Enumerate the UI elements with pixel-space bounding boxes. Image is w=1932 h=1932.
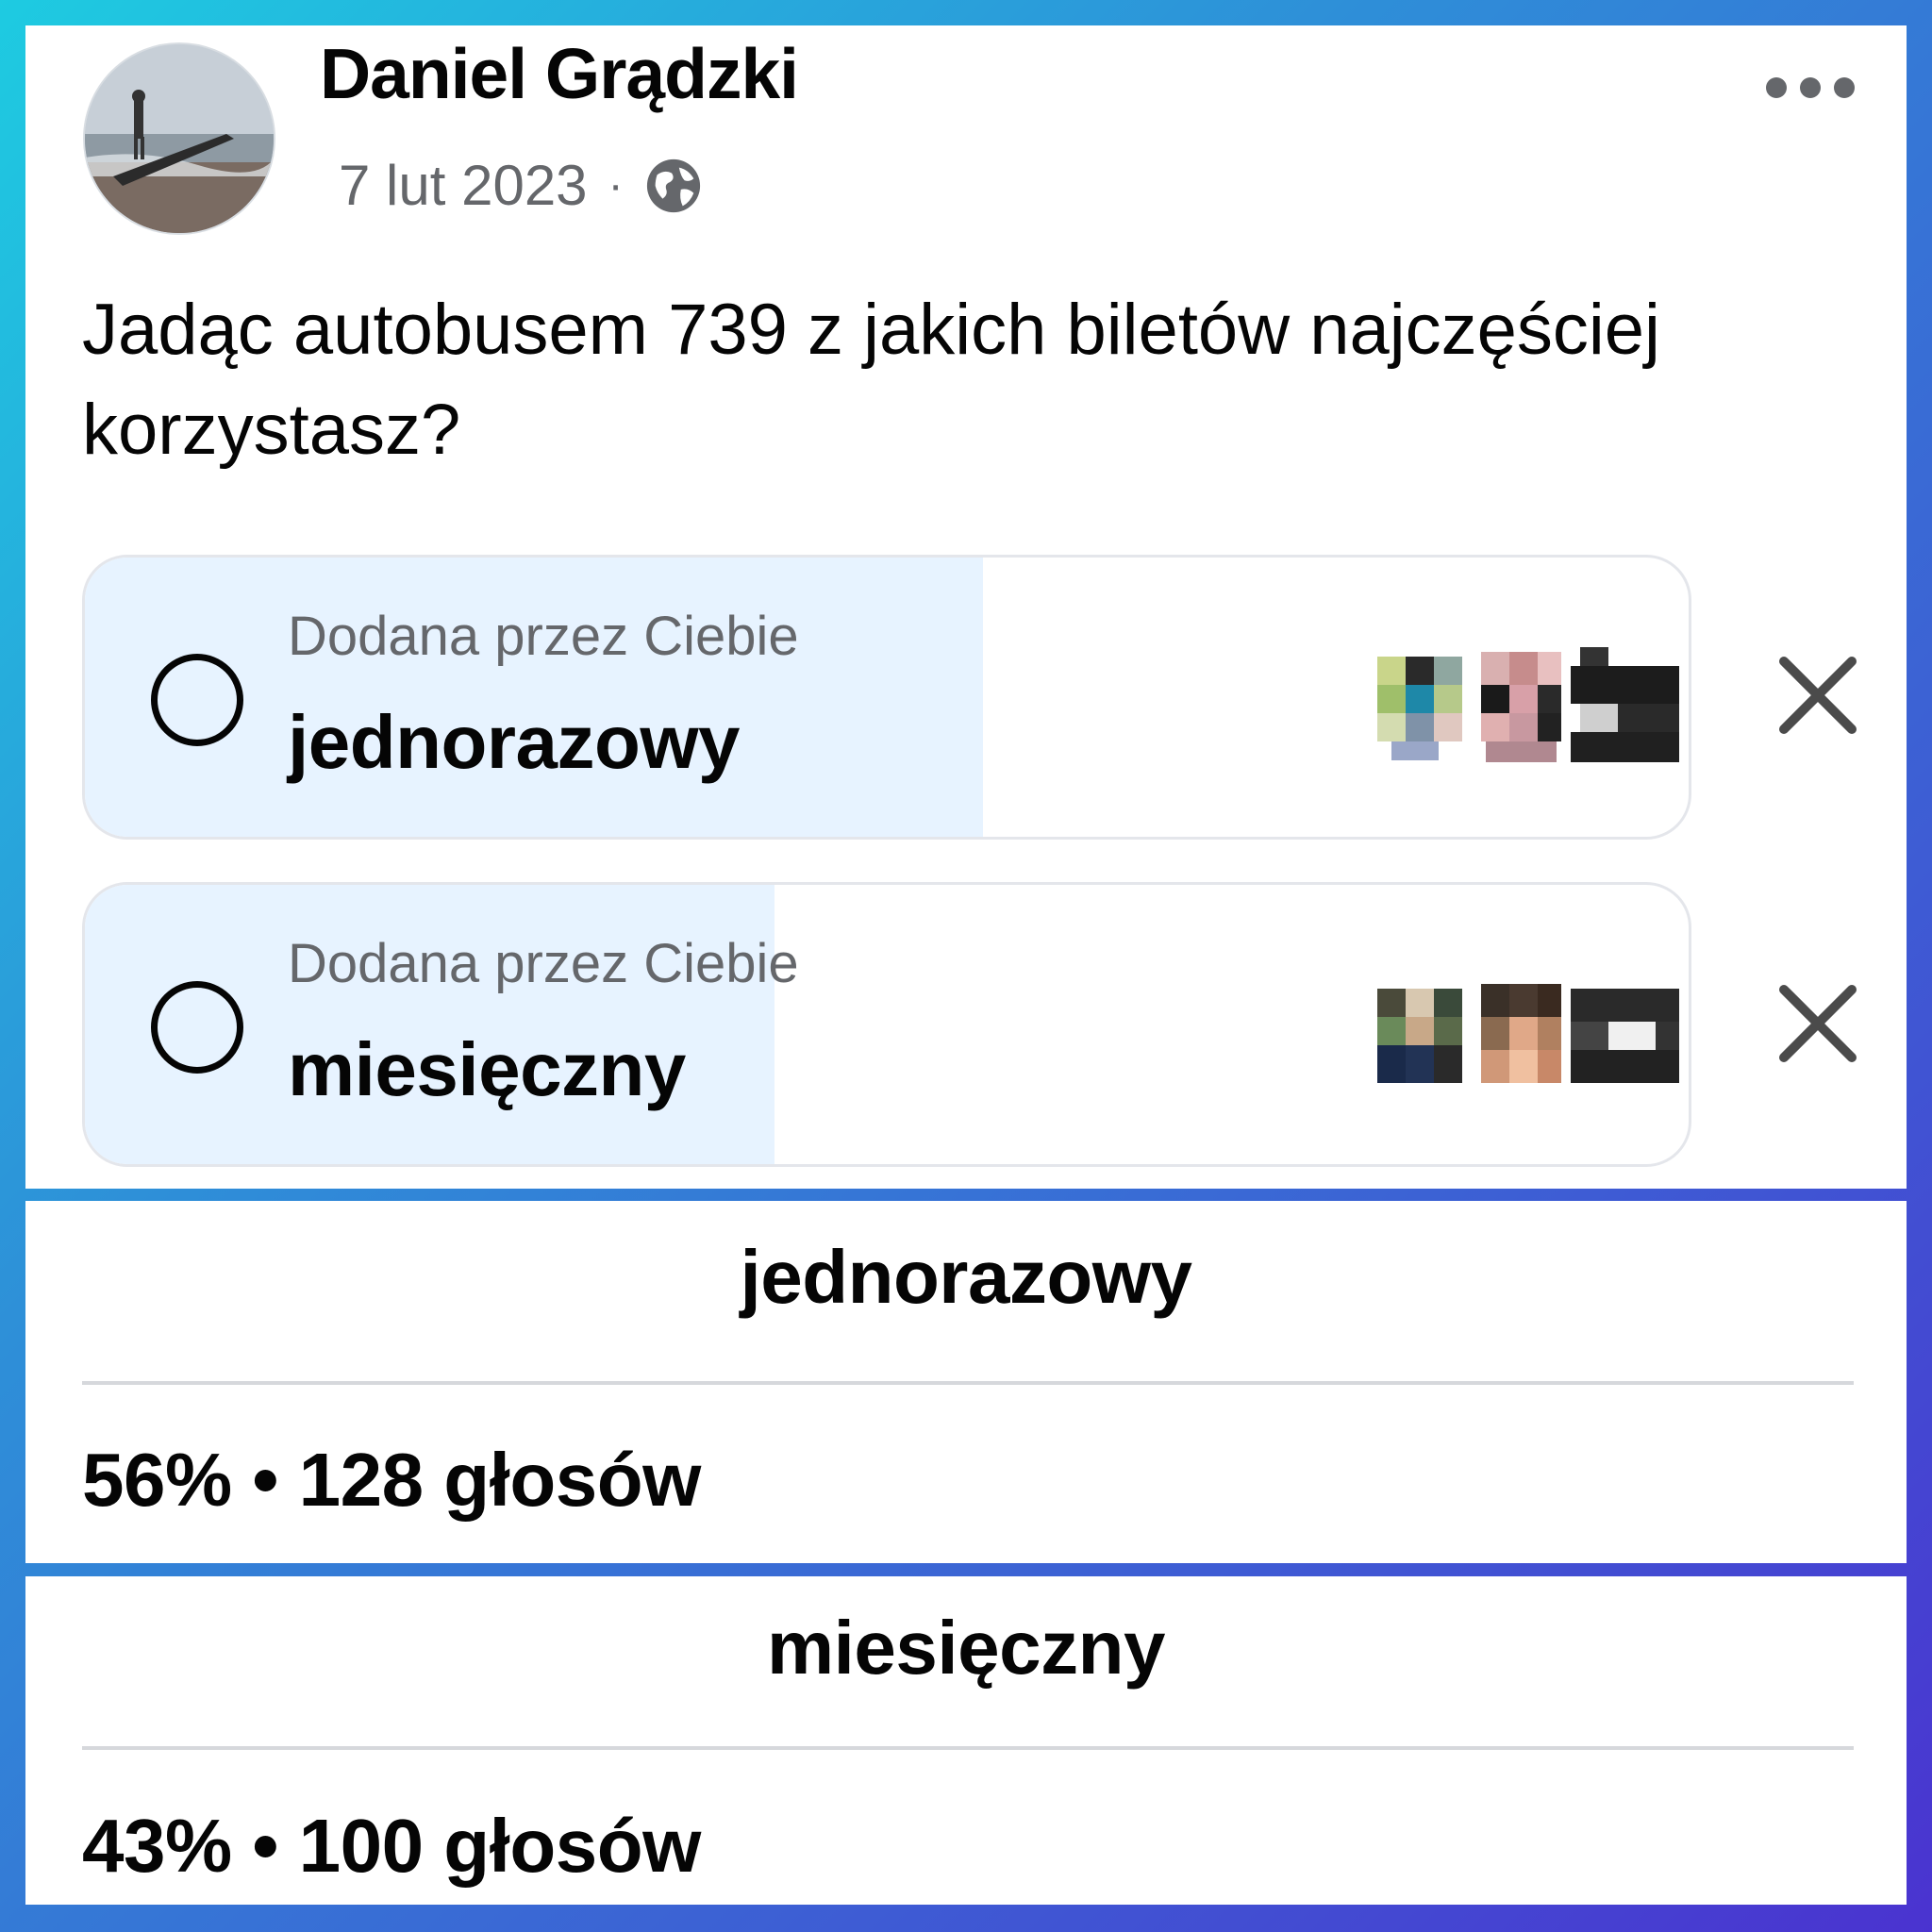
radio-button[interactable] <box>151 981 243 1074</box>
result-stats: 56% • 128 głosów <box>82 1438 701 1522</box>
more-horizontal-icon <box>1800 77 1821 98</box>
poll-result-card: jednorazowy 56% • 128 głosów <box>25 1201 1907 1563</box>
voter-avatar <box>1571 989 1679 1083</box>
voter-avatar <box>1377 989 1462 1083</box>
post-text: Jadąc autobusem 739 z jakich biletów naj… <box>82 290 1660 470</box>
result-title: jednorazowy <box>740 1235 1192 1319</box>
voter-avatar <box>1481 984 1561 1083</box>
author-name[interactable]: Daniel Grądzki <box>320 33 799 114</box>
poll-result-card: miesięczny 43% • 100 głosów <box>25 1576 1907 1905</box>
poll-option-added-by: Dodana przez Ciebie <box>288 606 799 667</box>
radio-button[interactable] <box>151 654 243 746</box>
poll-option-label: miesięczny <box>288 1027 686 1111</box>
close-icon <box>1779 985 1857 1062</box>
remove-option-button[interactable] <box>1771 648 1865 742</box>
poll-option-added-by: Dodana przez Ciebie <box>288 933 799 994</box>
post-card: Daniel Grądzki 7 lut 2023 · Jadąc autobu… <box>25 25 1907 1189</box>
post-date[interactable]: 7 lut 2023 <box>339 153 588 218</box>
voter-avatars[interactable] <box>1377 647 1689 765</box>
poll-option[interactable]: Dodana przez Ciebie miesięczny <box>82 882 1691 1167</box>
divider <box>82 1746 1854 1750</box>
voter-avatar <box>1377 657 1462 760</box>
remove-option-button[interactable] <box>1771 976 1865 1071</box>
globe-icon[interactable] <box>644 157 703 215</box>
post-meta: 7 lut 2023 · <box>339 153 703 218</box>
avatar-photo <box>85 44 274 233</box>
poll-option[interactable]: Dodana przez Ciebie jednorazowy <box>82 555 1691 840</box>
avatar[interactable] <box>83 42 275 235</box>
close-icon <box>1779 657 1857 734</box>
result-title: miesięczny <box>767 1606 1165 1690</box>
more-horizontal-icon <box>1834 77 1855 98</box>
divider <box>82 1381 1854 1385</box>
voter-avatar <box>1571 647 1679 762</box>
voter-avatars[interactable] <box>1377 974 1689 1092</box>
meta-separator: · <box>608 160 624 210</box>
result-stats: 43% • 100 głosów <box>82 1804 701 1888</box>
poll-option-label: jednorazowy <box>288 700 741 784</box>
more-options-button[interactable] <box>1757 68 1864 108</box>
more-horizontal-icon <box>1766 77 1787 98</box>
voter-avatar <box>1481 652 1561 762</box>
